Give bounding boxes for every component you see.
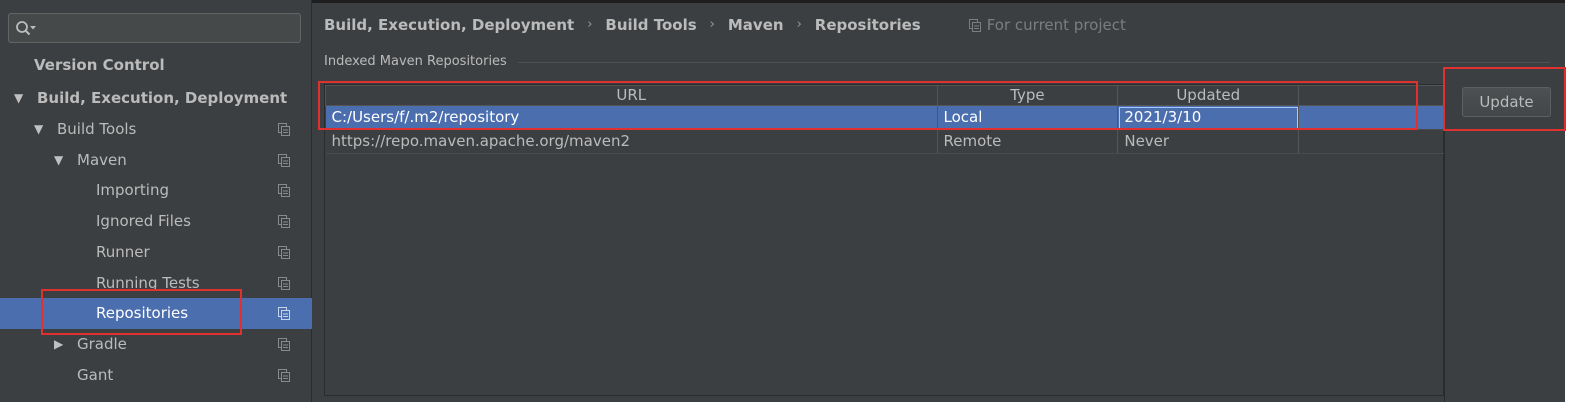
project-scope-icon — [278, 307, 290, 320]
settings-search-field[interactable] — [8, 13, 301, 43]
project-scope-icon — [278, 184, 290, 197]
settings-sidebar: Version Control ▼ Build, Execution, Depl… — [0, 0, 312, 402]
project-scope-icon — [278, 338, 290, 351]
scope-indicator: For current project — [968, 13, 1126, 37]
sidebar-item-importing[interactable]: Importing — [0, 175, 312, 206]
sidebar-item-build-tools[interactable]: ▼ Build Tools — [0, 114, 312, 145]
project-scope-icon — [278, 215, 290, 228]
cell-url[interactable]: C:/Users/f/.m2/repository — [325, 105, 938, 130]
cell-type[interactable]: Remote — [937, 129, 1119, 154]
cell-type[interactable]: Local — [937, 105, 1119, 130]
section-title: Indexed Maven Repositories — [324, 54, 507, 69]
project-scope-icon — [278, 277, 290, 290]
breadcrumb-separator: › — [587, 17, 593, 32]
project-scope-icon — [278, 123, 290, 136]
sidebar-item-running-tests[interactable]: Running Tests — [0, 268, 312, 299]
sidebar-item-label: Build Tools — [57, 120, 137, 138]
sidebar-item-label: Ignored Files — [96, 212, 191, 230]
breadcrumb: Build, Execution, Deployment › Build Too… — [324, 13, 1126, 37]
column-header-url[interactable]: URL — [325, 85, 938, 106]
sidebar-item-gant[interactable]: Gant — [0, 360, 312, 391]
sidebar-item-label: Running Tests — [96, 274, 200, 292]
breadcrumb-item: Repositories — [814, 16, 921, 34]
sidebar-item-label: Maven — [77, 151, 127, 169]
table-row[interactable]: https://repo.maven.apache.org/maven2 Rem… — [325, 129, 1445, 154]
sidebar-item-label: Importing — [96, 181, 169, 199]
project-scope-icon — [278, 369, 290, 382]
sidebar-item-ignored-files[interactable]: Ignored Files — [0, 206, 312, 237]
sidebar-item-label: Runner — [96, 243, 150, 261]
scope-label: For current project — [986, 16, 1126, 34]
update-button[interactable]: Update — [1462, 87, 1551, 117]
project-scope-icon — [968, 18, 981, 32]
project-scope-icon — [278, 154, 290, 167]
breadcrumb-item: Build, Execution, Deployment — [324, 16, 575, 34]
settings-main-panel: Build, Execution, Deployment › Build Too… — [312, 0, 1593, 402]
breadcrumb-item: Build Tools — [605, 16, 697, 34]
sidebar-item-label: Repositories — [96, 304, 189, 322]
sidebar-item-gradle[interactable]: ▶ Gradle — [0, 329, 312, 360]
sidebar-item-label: Gant — [77, 366, 114, 384]
sidebar-item-label: Gradle — [77, 335, 127, 353]
sidebar-item-maven[interactable]: ▼ Maven — [0, 145, 312, 176]
expand-arrow-icon[interactable]: ▼ — [34, 114, 48, 145]
cell-empty — [1298, 129, 1445, 154]
sidebar-item-label: Build, Execution, Deployment — [37, 89, 288, 107]
cell-updated[interactable]: 2021/3/10 — [1117, 105, 1300, 130]
column-header-type[interactable]: Type — [936, 85, 1119, 106]
cell-empty — [1298, 105, 1445, 130]
column-header-updated[interactable]: Updated — [1117, 85, 1300, 106]
cell-url[interactable]: https://repo.maven.apache.org/maven2 — [325, 129, 938, 154]
breadcrumb-separator: › — [709, 17, 715, 32]
breadcrumb-separator: › — [796, 17, 802, 32]
search-icon — [16, 21, 36, 36]
expand-arrow-icon[interactable]: ▼ — [54, 145, 68, 176]
breadcrumb-item: Maven — [727, 16, 784, 34]
update-button-label: Update — [1479, 93, 1534, 111]
expand-arrow-icon[interactable]: ▶ — [54, 329, 68, 360]
project-scope-icon — [278, 246, 290, 259]
window-right-edge — [1565, 0, 1593, 402]
expand-arrow-icon[interactable]: ▼ — [14, 83, 28, 114]
sidebar-item-label: Version Control — [34, 56, 165, 74]
column-header-empty — [1298, 85, 1445, 106]
cell-updated[interactable]: Never — [1117, 129, 1300, 154]
section-divider — [518, 62, 1550, 63]
sidebar-item-build-execution-deployment[interactable]: ▼ Build, Execution, Deployment — [0, 83, 312, 114]
sidebar-item-repositories[interactable]: Repositories — [0, 298, 312, 329]
sidebar-item-runner[interactable]: Runner — [0, 237, 312, 268]
repositories-table[interactable]: URL Type Updated C:/Users/f/.m2/reposito… — [324, 84, 1445, 396]
table-row[interactable]: C:/Users/f/.m2/repository Local 2021/3/1… — [325, 105, 1445, 130]
table-header-row: URL Type Updated — [325, 85, 1445, 106]
sidebar-item-version-control[interactable]: Version Control — [0, 50, 312, 81]
